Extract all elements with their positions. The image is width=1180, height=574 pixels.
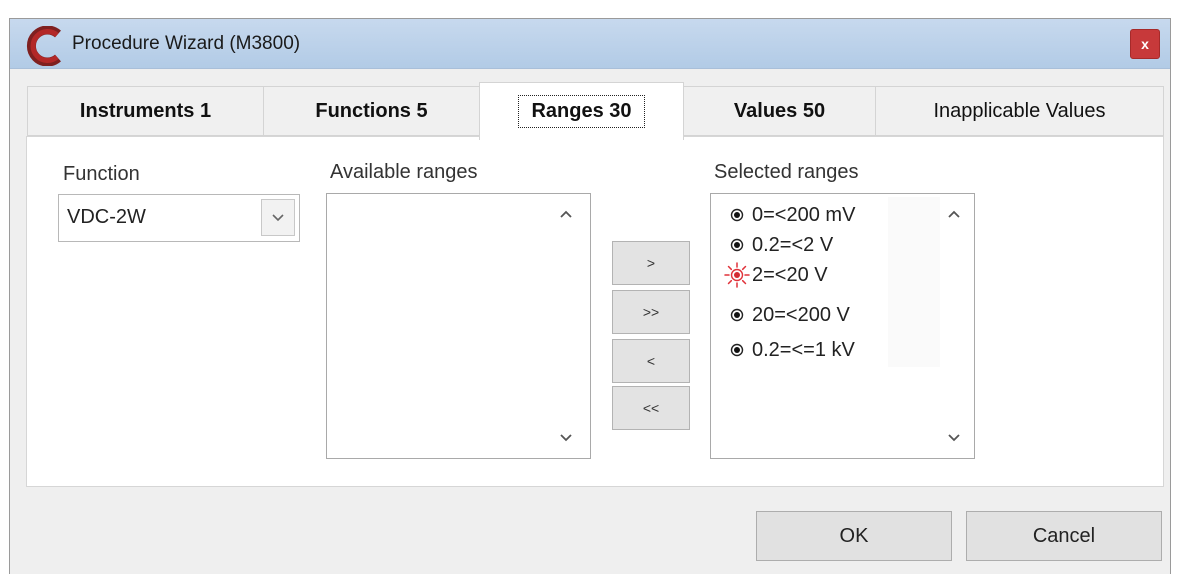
window-title: Procedure Wizard (M3800) [72,33,301,54]
button-label: OK [839,524,869,547]
scroll-up-button[interactable] [556,204,576,224]
list-item[interactable]: 0.2=<=1 kV [724,334,855,366]
highlighted-target-icon [724,262,750,288]
radio-dot-icon [724,337,750,363]
tab-label: Functions 5 [315,99,428,122]
add-all-button[interactable]: >> [612,290,690,334]
chevron-up-icon [948,210,960,218]
tab-instruments[interactable]: Instruments 1 [27,86,264,136]
list-item[interactable]: 20=<200 V [724,299,850,331]
range-label: 2=<20 V [752,263,828,286]
range-label: 0=<200 mV [752,203,856,226]
tab-panel [26,136,1164,487]
tab-functions[interactable]: Functions 5 [263,86,480,136]
c-logo-icon [26,25,66,67]
remove-all-button[interactable]: << [612,386,690,430]
tab-label: Values 50 [733,99,826,122]
button-label: Cancel [1032,524,1096,547]
chevron-down-icon [948,434,960,442]
function-label: Function [63,163,140,185]
scroll-down-button[interactable] [556,428,576,448]
scroll-down-button[interactable] [944,428,964,448]
tab-ranges[interactable]: Ranges 30 [479,82,684,140]
close-button[interactable]: x [1130,29,1160,59]
list-item[interactable]: 0.2=<2 V [724,229,833,261]
chevron-down-icon [560,434,572,442]
ok-button[interactable]: OK [756,511,952,561]
close-icon: x [1141,36,1149,52]
radio-dot-icon [724,202,750,228]
tab-label: Inapplicable Values [933,99,1106,122]
range-label: 0.2=<2 V [752,233,834,256]
tab-label: Ranges 30 [518,95,645,128]
available-ranges-label: Available ranges [330,161,478,183]
button-label: > [646,255,656,271]
available-ranges-list[interactable] [326,193,591,459]
tab-values[interactable]: Values 50 [683,86,876,136]
function-value: VDC-2W [67,206,146,228]
chevron-down-icon [272,213,284,221]
list-item[interactable]: 2=<20 V [724,259,828,291]
tab-inapplicable-values[interactable]: Inapplicable Values [875,86,1164,136]
scroll-up-button[interactable] [944,204,964,224]
dropdown-button[interactable] [261,199,295,236]
range-label: 0.2=<=1 kV [752,338,855,361]
range-label: 20=<200 V [752,303,850,326]
button-label: >> [642,304,660,320]
list-item-trailing-fill [888,197,940,367]
button-label: << [642,400,660,416]
radio-dot-icon [724,232,750,258]
list-item[interactable]: 0=<200 mV [724,199,855,231]
chevron-up-icon [560,210,572,218]
tab-label: Instruments 1 [79,99,212,122]
cancel-button[interactable]: Cancel [966,511,1162,561]
button-label: < [646,353,656,369]
radio-dot-icon [724,302,750,328]
selected-ranges-label: Selected ranges [714,161,859,183]
remove-selected-button[interactable]: < [612,339,690,383]
add-selected-button[interactable]: > [612,241,690,285]
